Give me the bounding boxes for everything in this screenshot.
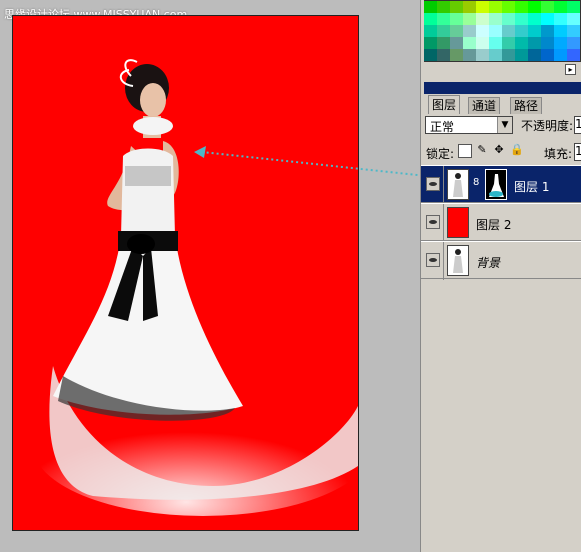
tab-layers[interactable]: 图层 (428, 95, 461, 114)
color-swatch[interactable] (554, 49, 567, 61)
color-swatch[interactable] (554, 13, 567, 25)
panel-menu-icon[interactable]: ▸ (565, 64, 576, 75)
color-swatch[interactable] (554, 37, 567, 49)
color-swatch[interactable] (450, 13, 463, 25)
color-swatch[interactable] (541, 37, 554, 49)
color-swatch[interactable] (528, 37, 541, 49)
color-swatch[interactable] (476, 49, 489, 61)
lock-position-move-icon[interactable]: ✥ (493, 144, 505, 156)
lock-all-icon[interactable]: 🔒 (510, 144, 524, 156)
color-swatch[interactable] (450, 25, 463, 37)
color-swatch[interactable] (463, 13, 476, 25)
color-swatch[interactable] (463, 37, 476, 49)
color-swatch[interactable] (463, 1, 476, 13)
blend-mode-select[interactable]: 正常 ▼ (425, 116, 513, 134)
layer-row-layer-1[interactable]: 8 图层 1 (421, 165, 581, 204)
layer-thumbnail (447, 207, 469, 238)
layer-divider (443, 166, 444, 204)
document-canvas[interactable] (12, 15, 359, 531)
lock-image-brush-icon[interactable]: ✎ (476, 144, 488, 156)
color-swatch[interactable] (463, 25, 476, 37)
color-swatch[interactable] (541, 13, 554, 25)
color-swatch[interactable] (554, 25, 567, 37)
layer-thumbnail (447, 169, 469, 200)
color-swatch[interactable] (528, 49, 541, 61)
blend-mode-value: 正常 (430, 120, 455, 134)
color-swatch[interactable] (502, 25, 515, 37)
color-swatch[interactable] (489, 13, 502, 25)
visibility-eye-icon[interactable] (426, 215, 440, 229)
lock-transparency-icon[interactable] (458, 144, 472, 158)
color-swatch[interactable] (502, 1, 515, 13)
fill-input[interactable]: 1 (574, 143, 581, 161)
color-swatch[interactable] (489, 1, 502, 13)
color-swatch[interactable] (502, 49, 515, 61)
color-swatch[interactable] (476, 25, 489, 37)
chevron-down-icon: ▼ (497, 117, 512, 133)
color-swatch[interactable] (528, 13, 541, 25)
color-swatch[interactable] (554, 1, 567, 13)
color-swatch[interactable] (515, 25, 528, 37)
color-swatch[interactable] (424, 13, 437, 25)
color-swatch[interactable] (450, 1, 463, 13)
color-swatch[interactable] (437, 13, 450, 25)
color-swatch[interactable] (515, 37, 528, 49)
lock-label: 锁定: (426, 147, 455, 161)
photo-bride-image (33, 59, 358, 516)
layer-mask-thumbnail[interactable] (485, 169, 507, 200)
color-swatch[interactable] (515, 13, 528, 25)
visibility-eye-icon[interactable] (426, 253, 440, 267)
color-swatch[interactable] (541, 49, 554, 61)
color-swatch[interactable] (437, 25, 450, 37)
fill-label: 填充: (544, 147, 573, 161)
layer-thumbnail (447, 245, 469, 276)
layer-divider (443, 204, 444, 242)
color-swatch[interactable] (450, 49, 463, 61)
color-swatch[interactable] (567, 13, 580, 25)
opacity-input[interactable]: 1 (574, 116, 581, 134)
layer-row-background[interactable]: 背景 (421, 241, 581, 280)
color-swatch[interactable] (437, 49, 450, 61)
layer-row-layer-2[interactable]: 图层 2 (421, 203, 581, 242)
color-swatch[interactable] (567, 1, 580, 13)
color-swatch[interactable] (489, 49, 502, 61)
layers-panel-tabs: 图层 通道 路径 (424, 95, 581, 114)
color-swatch[interactable] (450, 37, 463, 49)
layer-name: 图层 1 (514, 180, 550, 194)
layers-panel-titlebar[interactable] (424, 82, 581, 94)
color-swatch[interactable] (463, 49, 476, 61)
color-swatch[interactable] (567, 49, 580, 61)
color-swatch[interactable] (515, 49, 528, 61)
color-swatch[interactable] (541, 25, 554, 37)
opacity-label: 不透明度: (521, 119, 574, 133)
color-swatch[interactable] (502, 37, 515, 49)
color-swatch[interactable] (528, 1, 541, 13)
color-swatch[interactable] (541, 1, 554, 13)
color-swatch[interactable] (424, 25, 437, 37)
link-chain-icon[interactable]: 8 (473, 177, 479, 188)
layer-name: 图层 2 (476, 218, 512, 232)
color-swatch[interactable] (476, 37, 489, 49)
color-swatch[interactable] (515, 1, 528, 13)
color-swatch[interactable] (567, 37, 580, 49)
swatches-panel[interactable] (424, 0, 581, 62)
color-swatch[interactable] (502, 13, 515, 25)
color-swatch[interactable] (528, 25, 541, 37)
visibility-eye-icon[interactable] (426, 177, 440, 191)
tab-paths[interactable]: 路径 (510, 97, 543, 114)
color-swatch[interactable] (424, 1, 437, 13)
color-swatch[interactable] (489, 37, 502, 49)
color-swatch[interactable] (489, 25, 502, 37)
color-swatch[interactable] (437, 37, 450, 49)
color-swatch[interactable] (437, 1, 450, 13)
swatches-footer: ▸ (424, 62, 581, 76)
layer-divider (443, 242, 444, 280)
tab-channels[interactable]: 通道 (468, 97, 501, 114)
color-swatch[interactable] (567, 25, 580, 37)
color-swatch[interactable] (476, 13, 489, 25)
color-swatch[interactable] (476, 1, 489, 13)
color-swatch[interactable] (424, 49, 437, 61)
layer-name: 背景 (476, 256, 501, 270)
color-swatch[interactable] (424, 37, 437, 49)
